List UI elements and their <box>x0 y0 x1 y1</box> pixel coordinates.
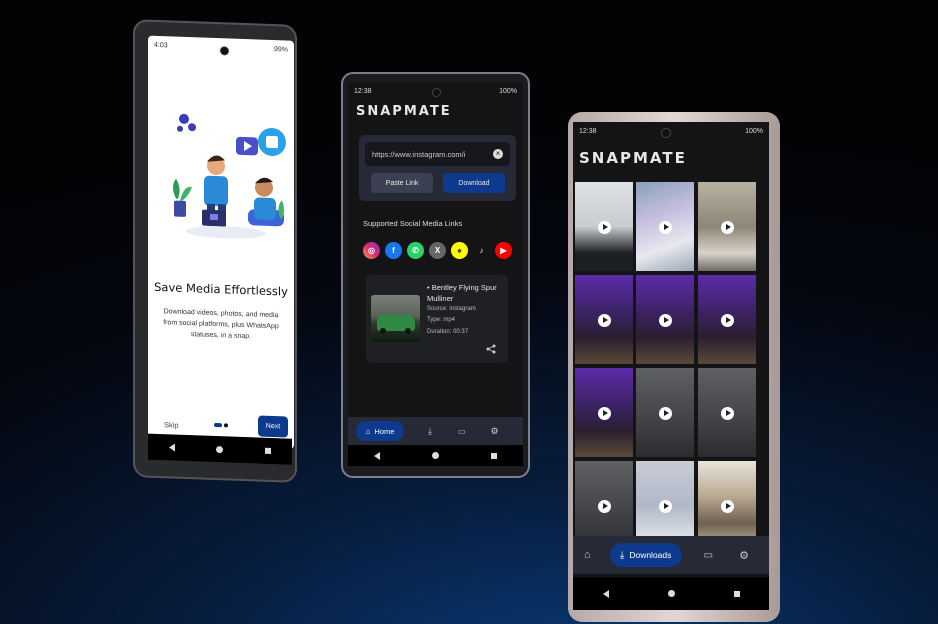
play-icon <box>598 313 611 327</box>
page-indicator <box>214 422 228 428</box>
home-nav-icon[interactable] <box>432 452 439 459</box>
tiktok-icon[interactable]: ♪ <box>473 242 490 259</box>
system-nav-bar <box>148 433 292 465</box>
media-source: Source: instagram <box>427 306 476 312</box>
clear-icon[interactable]: × <box>493 149 503 159</box>
status-battery: 100% <box>745 127 763 135</box>
phone-downloads: 12:38 100% SNAPMATE ⌂ ⤓ Downloads ▭ ⚙ <box>568 112 780 622</box>
media-card[interactable]: • Bentley Flying Spur Mulliner Source: i… <box>366 275 508 363</box>
status-battery: 99% <box>273 45 288 54</box>
whatsapp-icon[interactable]: ✆ <box>407 242 424 259</box>
media-thumbnail <box>371 295 420 342</box>
recents-icon[interactable] <box>733 590 740 597</box>
media-title: • Bentley Flying Spur Mulliner <box>427 283 497 303</box>
download-tile[interactable] <box>698 182 756 271</box>
tab-downloads[interactable]: ⤓ <box>428 426 432 437</box>
front-camera <box>432 88 441 97</box>
app-logo: SNAPMATE <box>579 149 687 167</box>
url-input-value: https://www.instagram.com/i <box>372 149 466 159</box>
status-time: 4:03 <box>154 41 168 49</box>
instagram-icon[interactable]: ◎ <box>363 242 380 259</box>
home-screen: 12:38 100% SNAPMATE https://www.instagra… <box>348 82 523 466</box>
bottom-tab-bar: ⌂ ⤓ Downloads ▭ ⚙ <box>573 536 769 574</box>
download-tile[interactable] <box>636 275 694 364</box>
tab-settings[interactable]: ⚙ <box>739 549 749 562</box>
home-nav-icon[interactable] <box>216 445 224 453</box>
tab-home-label: Home <box>374 426 395 436</box>
tab-settings[interactable]: ⚙ <box>491 426 499 437</box>
back-icon[interactable] <box>168 443 175 452</box>
recents-icon[interactable] <box>491 452 497 459</box>
onboarding-screen: 4:03 99% Save Media Effortlessly Downloa… <box>148 35 294 449</box>
recents-icon[interactable] <box>265 447 272 454</box>
status-time: 12:38 <box>354 87 372 95</box>
bottom-tab-bar: ⌂ Home ⤓ ▭ ⚙ <box>348 417 523 445</box>
url-input[interactable]: https://www.instagram.com/i × <box>365 142 510 166</box>
share-icon[interactable] <box>486 344 496 354</box>
play-icon <box>659 313 672 327</box>
download-tile[interactable] <box>636 182 694 271</box>
x-icon[interactable]: X <box>429 242 446 259</box>
front-camera <box>661 128 671 138</box>
system-nav-bar <box>348 445 523 466</box>
home-icon: ⌂ <box>365 426 371 436</box>
back-icon[interactable] <box>602 589 609 598</box>
play-icon <box>721 220 734 234</box>
download-tile[interactable] <box>698 368 756 457</box>
status-time: 12:38 <box>579 127 597 135</box>
app-logo: SNAPMATE <box>356 104 452 119</box>
onboarding-description: Download videos, photos, and media from … <box>163 308 279 341</box>
media-type: Type: mp4 <box>427 317 456 323</box>
system-nav-bar <box>573 577 769 610</box>
front-camera <box>220 46 229 56</box>
facebook-icon[interactable]: f <box>385 242 402 259</box>
supported-title: Supported Social Media Links <box>363 219 463 228</box>
status-battery: 100% <box>499 87 517 95</box>
downloads-grid <box>574 182 764 550</box>
paste-link-button[interactable]: Paste Link <box>371 173 433 193</box>
download-button[interactable]: Download <box>443 173 505 193</box>
downloads-screen: 12:38 100% SNAPMATE ⌂ ⤓ Downloads ▭ ⚙ <box>573 122 769 610</box>
play-icon <box>598 499 611 513</box>
play-icon <box>598 406 611 420</box>
tab-home[interactable]: ⌂ <box>584 549 591 561</box>
back-icon[interactable] <box>374 451 380 460</box>
skip-button[interactable]: Skip <box>164 420 179 430</box>
play-icon <box>659 406 672 420</box>
next-button[interactable]: Next <box>258 415 288 438</box>
play-icon <box>659 220 672 234</box>
tab-downloads[interactable]: ⤓ Downloads <box>609 543 682 567</box>
tab-videos[interactable]: ▭ <box>458 427 466 436</box>
onboarding-illustration <box>173 113 286 239</box>
tab-home[interactable]: ⌂ Home <box>356 421 404 441</box>
social-icons-row: ◎ f ✆ X ♠ ♪ ▶ <box>363 242 512 259</box>
youtube-icon[interactable]: ▶ <box>495 242 512 259</box>
download-icon: ⤓ <box>619 549 625 561</box>
phone-home: 12:38 100% SNAPMATE https://www.instagra… <box>341 72 530 478</box>
url-card: https://www.instagram.com/i × Paste Link… <box>359 135 516 201</box>
tab-videos[interactable]: ▭ <box>704 550 713 561</box>
download-tile[interactable] <box>636 368 694 457</box>
phone-onboarding: 4:03 99% Save Media Effortlessly Downloa… <box>133 19 297 483</box>
play-icon <box>721 406 734 420</box>
download-tile[interactable] <box>575 275 633 364</box>
play-icon <box>721 313 734 327</box>
tab-downloads-label: Downloads <box>629 550 672 560</box>
download-tile[interactable] <box>575 182 633 271</box>
play-icon <box>659 499 672 513</box>
onboarding-title: Save Media Effortlessly <box>154 279 288 299</box>
snapchat-icon[interactable]: ♠ <box>451 242 468 259</box>
home-nav-icon[interactable] <box>667 590 675 597</box>
download-tile[interactable] <box>698 275 756 364</box>
play-icon <box>598 220 611 234</box>
play-icon <box>721 499 734 513</box>
download-tile[interactable] <box>575 368 633 457</box>
media-duration: Duration: 00:37 <box>427 329 469 335</box>
